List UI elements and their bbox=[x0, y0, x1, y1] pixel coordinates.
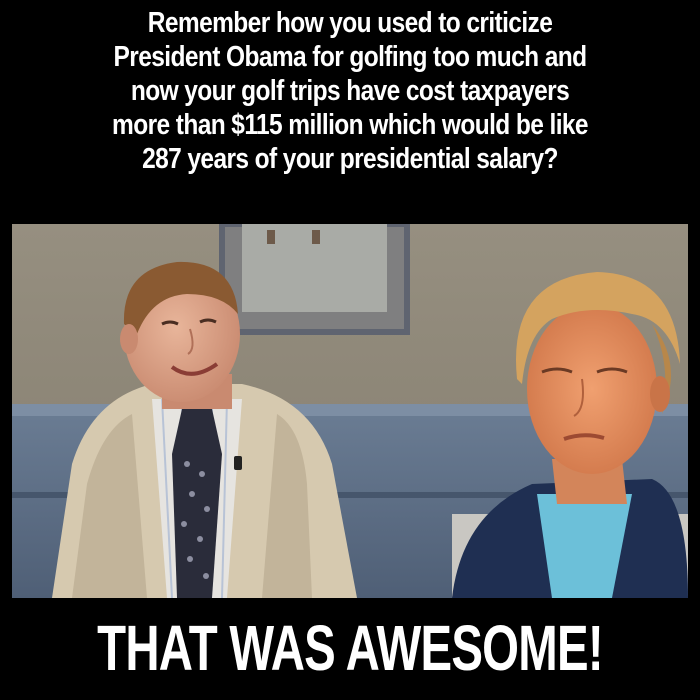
punchline-caption: THAT WAS AWESOME! bbox=[97, 612, 603, 684]
caption-line-5: 287 years of your presidential salary? bbox=[142, 143, 558, 175]
caption-line-4: more than $115 million which would be li… bbox=[112, 109, 589, 141]
meme-photo bbox=[12, 224, 688, 598]
caption-line-3: now your golf trips have cost taxpayers bbox=[130, 75, 570, 107]
meme-image: Remember how you used to criticize Presi… bbox=[0, 0, 700, 700]
caption-line-1: Remember how you used to criticize bbox=[147, 7, 553, 39]
caption-line-2: President Obama for golfing too much and bbox=[113, 41, 588, 73]
top-caption: Remember how you used to criticize Presi… bbox=[54, 6, 646, 176]
